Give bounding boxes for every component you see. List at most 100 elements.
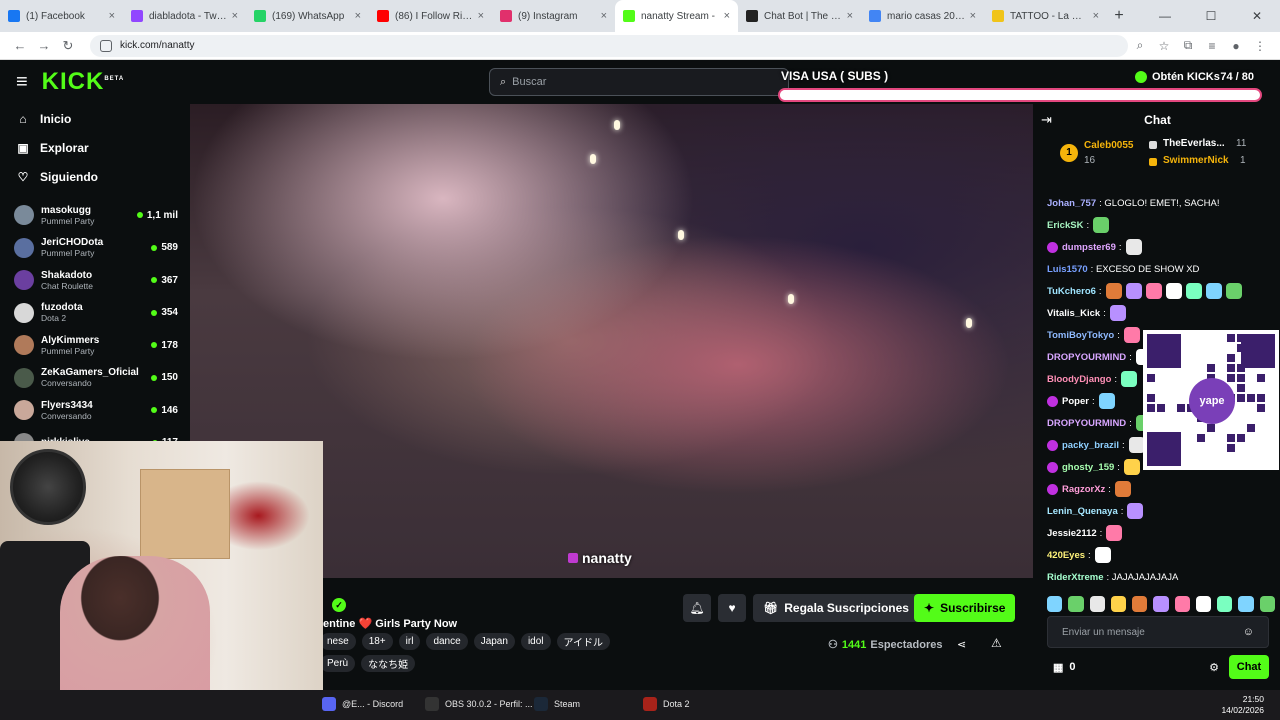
- chat-username[interactable]: DROPYOURMIND: [1047, 352, 1126, 363]
- quick-emote-icon[interactable]: [1195, 596, 1212, 612]
- stream-tag[interactable]: nese: [320, 633, 356, 650]
- leaderboard-user-3[interactable]: SwimmerNick: [1163, 155, 1229, 166]
- chat-username[interactable]: DROPYOURMIND: [1047, 418, 1126, 429]
- stream-tag[interactable]: dance: [426, 633, 468, 650]
- emoji-picker-icon[interactable]: ☺: [1243, 626, 1254, 638]
- chat-username[interactable]: TuKchero6: [1047, 286, 1096, 297]
- chat-username[interactable]: Lenin_Quenaya: [1047, 506, 1118, 517]
- media-control-icon[interactable]: ≡: [1200, 39, 1224, 53]
- stream-tag[interactable]: Japan: [473, 633, 515, 650]
- browser-tab[interactable]: Chat Bot | The best C ×: [738, 0, 861, 32]
- gift-subscriptions-button[interactable]: 🎁︎ Regala Suscripciones: [753, 594, 919, 622]
- leaderboard-user-2[interactable]: TheEverlas...: [1163, 138, 1225, 149]
- chat-settings-icon[interactable]: ⚙: [1209, 661, 1219, 674]
- quick-emote-icon[interactable]: [1259, 596, 1275, 612]
- following-channel[interactable]: fuzodota Dota 2 354: [0, 297, 190, 330]
- collapse-chat-icon[interactable]: ⇥: [1041, 112, 1052, 128]
- chat-username[interactable]: packy_brazil: [1062, 440, 1119, 451]
- chat-username[interactable]: 420Eyes: [1047, 550, 1085, 561]
- browser-tab[interactable]: nanatty Stream - ×: [615, 0, 738, 32]
- chat-username[interactable]: dumpster69: [1062, 242, 1116, 253]
- chat-username[interactable]: Luis1570: [1047, 264, 1088, 275]
- reload-icon[interactable]: ↻: [56, 38, 80, 54]
- nav-item-siguiendo[interactable]: ♡ Siguiendo: [0, 162, 190, 191]
- share-icon[interactable]: ⋖: [957, 638, 966, 651]
- following-channel[interactable]: Shakadoto Chat Roulette 367: [0, 264, 190, 297]
- chat-username[interactable]: TomiBoyTokyo: [1047, 330, 1114, 341]
- browser-tab[interactable]: (86) I Follow Rivers - ×: [369, 0, 492, 32]
- chat-username[interactable]: Johan_757: [1047, 198, 1096, 209]
- taskbar-app[interactable]: @E... - Discord: [322, 697, 403, 711]
- quick-emote-icon[interactable]: [1217, 596, 1233, 612]
- quick-emote-icon[interactable]: [1132, 596, 1148, 612]
- url-input[interactable]: kick.com/nanatty: [90, 34, 1128, 57]
- nav-item-explorar[interactable]: ▣ Explorar: [0, 133, 190, 162]
- quick-emote-icon[interactable]: [1174, 596, 1190, 612]
- tab-close-icon[interactable]: ×: [355, 10, 361, 22]
- forward-icon[interactable]: →: [32, 38, 56, 53]
- subscribe-button[interactable]: ✦ Suscribirse: [914, 594, 1016, 622]
- tab-close-icon[interactable]: ×: [109, 10, 115, 22]
- stream-tag[interactable]: idol: [520, 633, 551, 650]
- browser-tab[interactable]: (9) Instagram ×: [492, 0, 615, 32]
- quick-emote-icon[interactable]: [1238, 596, 1254, 612]
- site-info-icon[interactable]: [100, 39, 112, 52]
- following-channel[interactable]: ZeKaGamers_Oficial Conversando 150: [0, 362, 190, 395]
- bookmark-star-icon[interactable]: ☆: [1152, 39, 1176, 53]
- chat-username[interactable]: ghosty_159: [1062, 462, 1114, 473]
- following-channel[interactable]: JeriCHODota Pummel Party 589: [0, 232, 190, 265]
- stream-tag[interactable]: ななち姫: [361, 655, 416, 672]
- taskbar-app[interactable]: Dota 2: [643, 697, 690, 711]
- leaderboard-user-1[interactable]: Caleb0055: [1084, 140, 1133, 151]
- maximize-icon[interactable]: ☐: [1188, 9, 1234, 23]
- following-channel[interactable]: AlyKimmers Pummel Party 178: [0, 329, 190, 362]
- tab-close-icon[interactable]: ×: [601, 10, 607, 22]
- close-window-icon[interactable]: ✕: [1234, 9, 1280, 23]
- notifications-bell-button[interactable]: 🔔︎: [683, 594, 711, 622]
- tab-close-icon[interactable]: ×: [970, 10, 976, 22]
- chat-username[interactable]: Vitalis_Kick: [1047, 308, 1100, 319]
- chat-message-input[interactable]: Enviar un mensaje ☺: [1047, 616, 1269, 648]
- tab-close-icon[interactable]: ×: [847, 10, 853, 22]
- new-tab-icon[interactable]: +: [1107, 7, 1131, 25]
- menu-icon[interactable]: ≡: [16, 71, 28, 94]
- send-chat-button[interactable]: Chat: [1229, 655, 1269, 679]
- stream-tag[interactable]: アイドル: [556, 633, 611, 650]
- tab-close-icon[interactable]: ×: [478, 10, 484, 22]
- chat-username[interactable]: RiderXtreme: [1047, 572, 1104, 583]
- tab-close-icon[interactable]: ×: [1093, 10, 1099, 22]
- back-icon[interactable]: ←: [8, 38, 32, 53]
- taskbar-app[interactable]: OBS 30.0.2 - Perfil: ...: [425, 697, 533, 711]
- quick-emote-icon[interactable]: [1047, 596, 1063, 612]
- quick-emote-icon[interactable]: [1110, 596, 1127, 612]
- chat-username[interactable]: Jessie2112: [1047, 528, 1097, 539]
- report-warning-icon[interactable]: ⚠: [991, 636, 1002, 650]
- extensions-icon[interactable]: ⧉: [1176, 38, 1200, 53]
- profile-icon[interactable]: ●: [1224, 39, 1248, 53]
- tab-close-icon[interactable]: ×: [724, 10, 730, 22]
- quick-emote-icon[interactable]: [1068, 596, 1084, 612]
- browser-tab[interactable]: TATTOO - La Unica Tr ×: [984, 0, 1107, 32]
- browser-tab[interactable]: (169) WhatsApp ×: [246, 0, 369, 32]
- stream-tag[interactable]: 18+: [361, 633, 393, 650]
- tab-close-icon[interactable]: ×: [232, 10, 238, 22]
- quick-emote-icon[interactable]: [1153, 596, 1169, 612]
- stream-tag[interactable]: irl: [398, 633, 421, 650]
- minimize-icon[interactable]: —: [1142, 9, 1188, 23]
- browser-tab[interactable]: (1) Facebook ×: [0, 0, 123, 32]
- nav-item-inicio[interactable]: ⌂ Inicio: [0, 104, 190, 133]
- browser-menu-icon[interactable]: ⋮: [1248, 39, 1272, 53]
- browser-tab[interactable]: mario casas 2026 - B ×: [861, 0, 984, 32]
- channel-points[interactable]: ▦ 0: [1053, 661, 1076, 674]
- following-channel[interactable]: masokugg Pummel Party 1,1 mil: [0, 199, 190, 232]
- search-input[interactable]: ⌕ Buscar: [489, 68, 789, 96]
- taskbar-app[interactable]: Steam: [534, 697, 580, 711]
- chat-username[interactable]: ErickSK: [1047, 220, 1083, 231]
- stream-tag[interactable]: Perù: [320, 655, 356, 672]
- zoom-icon[interactable]: ⌕: [1128, 38, 1152, 53]
- chat-username[interactable]: BloodyDjango: [1047, 374, 1111, 385]
- browser-tab[interactable]: diabladota - Twitch ×: [123, 0, 246, 32]
- chat-username[interactable]: Poper: [1062, 396, 1089, 407]
- quick-emote-icon[interactable]: [1089, 596, 1105, 612]
- following-channel[interactable]: Flyers3434 Conversando 146: [0, 394, 190, 427]
